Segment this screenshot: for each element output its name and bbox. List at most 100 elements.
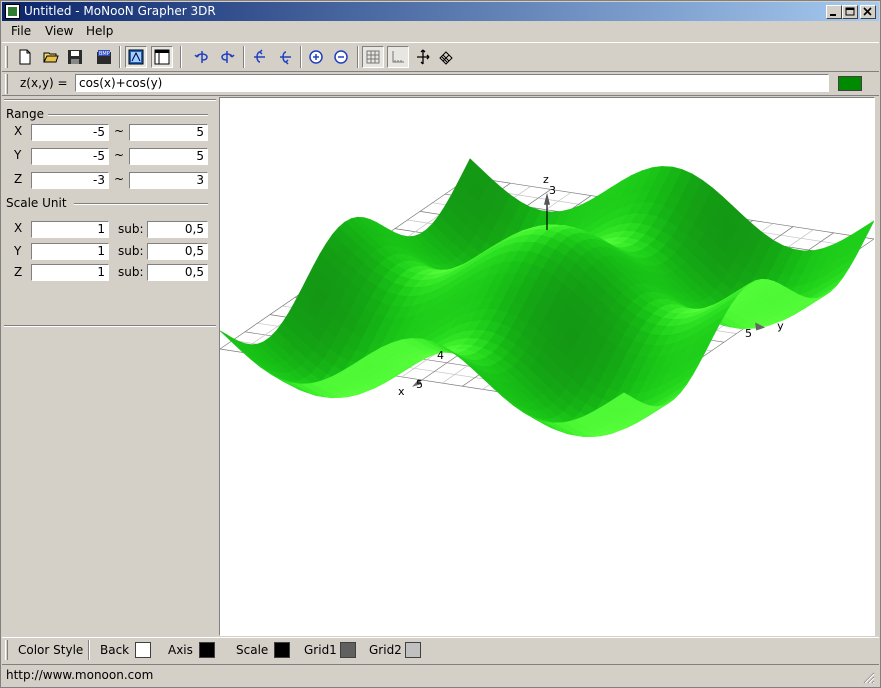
- status-url: http://www.monoon.com: [6, 668, 154, 682]
- range-y-label: Y: [14, 148, 22, 162]
- rotate-left-button[interactable]: [191, 46, 213, 68]
- range-z-min-input[interactable]: -3: [31, 172, 109, 189]
- status-bar: http://www.monoon.com: [2, 664, 879, 686]
- view-mode-icon: [128, 49, 144, 65]
- svg-text:BMP: BMP: [99, 51, 110, 57]
- open-folder-icon: [43, 52, 59, 63]
- range-y-max-input[interactable]: 5: [129, 148, 208, 165]
- zoom-out-button[interactable]: [330, 46, 352, 68]
- panel-toggle-button[interactable]: [151, 46, 173, 68]
- minimize-button[interactable]: [826, 5, 842, 19]
- scale-y-unit-input[interactable]: 1: [31, 243, 109, 260]
- tilt-down-icon: [280, 51, 291, 65]
- range-x-max-input[interactable]: 5: [129, 124, 208, 141]
- color-bar-grip[interactable]: [5, 640, 8, 660]
- panel-divider: [4, 99, 216, 101]
- range-z-separator: ~: [114, 172, 125, 186]
- color-style-label: Color Style: [18, 643, 84, 657]
- mesh-button[interactable]: [435, 46, 457, 68]
- scale-z-label: Z: [14, 265, 23, 279]
- surface-patch: [220, 330, 237, 345]
- save-bmp-button[interactable]: BMP: [93, 46, 115, 68]
- x-tick-4: 4: [437, 349, 444, 362]
- zoom-out-icon: [334, 50, 348, 64]
- zoom-in-button[interactable]: [305, 46, 327, 68]
- formula-bar: z(x,y) = cos(x)+cos(y): [2, 72, 879, 96]
- scale-z-sub-label: sub:: [118, 265, 144, 279]
- formula-input[interactable]: cos(x)+cos(y): [75, 74, 829, 92]
- save-button[interactable]: [64, 46, 86, 68]
- menu-help[interactable]: Help: [86, 24, 113, 38]
- new-file-icon: [19, 49, 31, 65]
- x-tick-5: 5: [416, 378, 423, 391]
- resize-grip-icon[interactable]: [863, 672, 875, 684]
- grid2-color-swatch[interactable]: [405, 642, 421, 658]
- range-group-line: [48, 114, 208, 116]
- formula-bar-grip[interactable]: [5, 74, 8, 94]
- tilt-down-button[interactable]: [274, 46, 296, 68]
- surface-plot[interactable]: z3x45y5: [220, 98, 874, 635]
- x-axis-label: x: [398, 385, 405, 398]
- scale-x-sub-input[interactable]: 0,5: [147, 221, 208, 238]
- move-button[interactable]: [412, 46, 434, 68]
- save-icon: [68, 50, 82, 64]
- rotate-right-button[interactable]: [216, 46, 238, 68]
- y-axis-label: y: [777, 319, 784, 332]
- toolbar-grip[interactable]: [5, 46, 8, 68]
- scale-color-swatch[interactable]: [274, 642, 290, 658]
- scale-x-label: X: [14, 221, 23, 235]
- scale-group-title: Scale Unit: [6, 196, 67, 210]
- toolbar-separator: [119, 46, 121, 68]
- maximize-button[interactable]: [842, 5, 858, 19]
- range-x-min-input[interactable]: -5: [31, 124, 109, 141]
- title-bar: Untitled - MoNooN Grapher 3DR: [2, 2, 879, 21]
- menu-view[interactable]: View: [45, 24, 73, 38]
- new-button[interactable]: [14, 46, 36, 68]
- app-icon[interactable]: [5, 4, 20, 19]
- move-icon: [417, 49, 430, 65]
- scale-z-sub-input[interactable]: 0,5: [147, 264, 208, 281]
- grid1-color-swatch[interactable]: [340, 642, 356, 658]
- axis-color-label: Axis: [168, 643, 193, 657]
- range-z-label: Z: [14, 172, 23, 186]
- close-button[interactable]: [860, 5, 876, 19]
- tilt-up-button[interactable]: [248, 46, 270, 68]
- menu-file[interactable]: File: [11, 24, 31, 38]
- grid2-color-label: Grid2: [369, 643, 402, 657]
- range-z-max-input[interactable]: 3: [129, 172, 208, 189]
- mesh-icon: [439, 51, 453, 65]
- range-x-separator: ~: [114, 124, 125, 138]
- scale-x-unit-input[interactable]: 1: [31, 221, 109, 238]
- scale-z-unit-input[interactable]: 1: [31, 264, 109, 281]
- maximize-icon: [845, 7, 855, 16]
- rotate-left-icon: [194, 51, 208, 63]
- view-mode-button[interactable]: [125, 46, 147, 68]
- scale-y-label: Y: [14, 244, 22, 258]
- range-y-separator: ~: [114, 148, 125, 162]
- y-tick-5: 5: [745, 327, 752, 340]
- surface-color-button[interactable]: [838, 76, 862, 91]
- range-x-label: X: [14, 124, 23, 138]
- window-title: Untitled - MoNooN Grapher 3DR: [24, 4, 216, 18]
- axis-scale-icon: [392, 51, 404, 63]
- color-bar-separator: [88, 640, 90, 660]
- scale-y-sub-input[interactable]: 0,5: [147, 243, 208, 260]
- close-icon: [863, 7, 872, 16]
- axis-color-swatch[interactable]: [199, 642, 215, 658]
- color-style-bar: Color Style Back Axis Scale Grid1 Grid2: [2, 637, 879, 663]
- grid-toggle-button[interactable]: [362, 46, 384, 68]
- panel-divider: [4, 325, 216, 327]
- save-bmp-icon: BMP: [97, 50, 111, 64]
- range-group-title: Range: [6, 107, 45, 121]
- range-y-min-input[interactable]: -5: [31, 148, 109, 165]
- zoom-in-icon: [309, 50, 323, 64]
- graph-viewport[interactable]: z3x45y5: [219, 97, 875, 636]
- axis-scale-button[interactable]: [387, 46, 409, 68]
- back-color-swatch[interactable]: [135, 642, 151, 658]
- back-color-label: Back: [100, 643, 130, 657]
- open-button[interactable]: [40, 46, 62, 68]
- toolbar-separator: [300, 46, 302, 68]
- tilt-up-icon: [254, 49, 265, 63]
- toolbar: BMP: [2, 42, 879, 72]
- grid-icon: [366, 50, 380, 64]
